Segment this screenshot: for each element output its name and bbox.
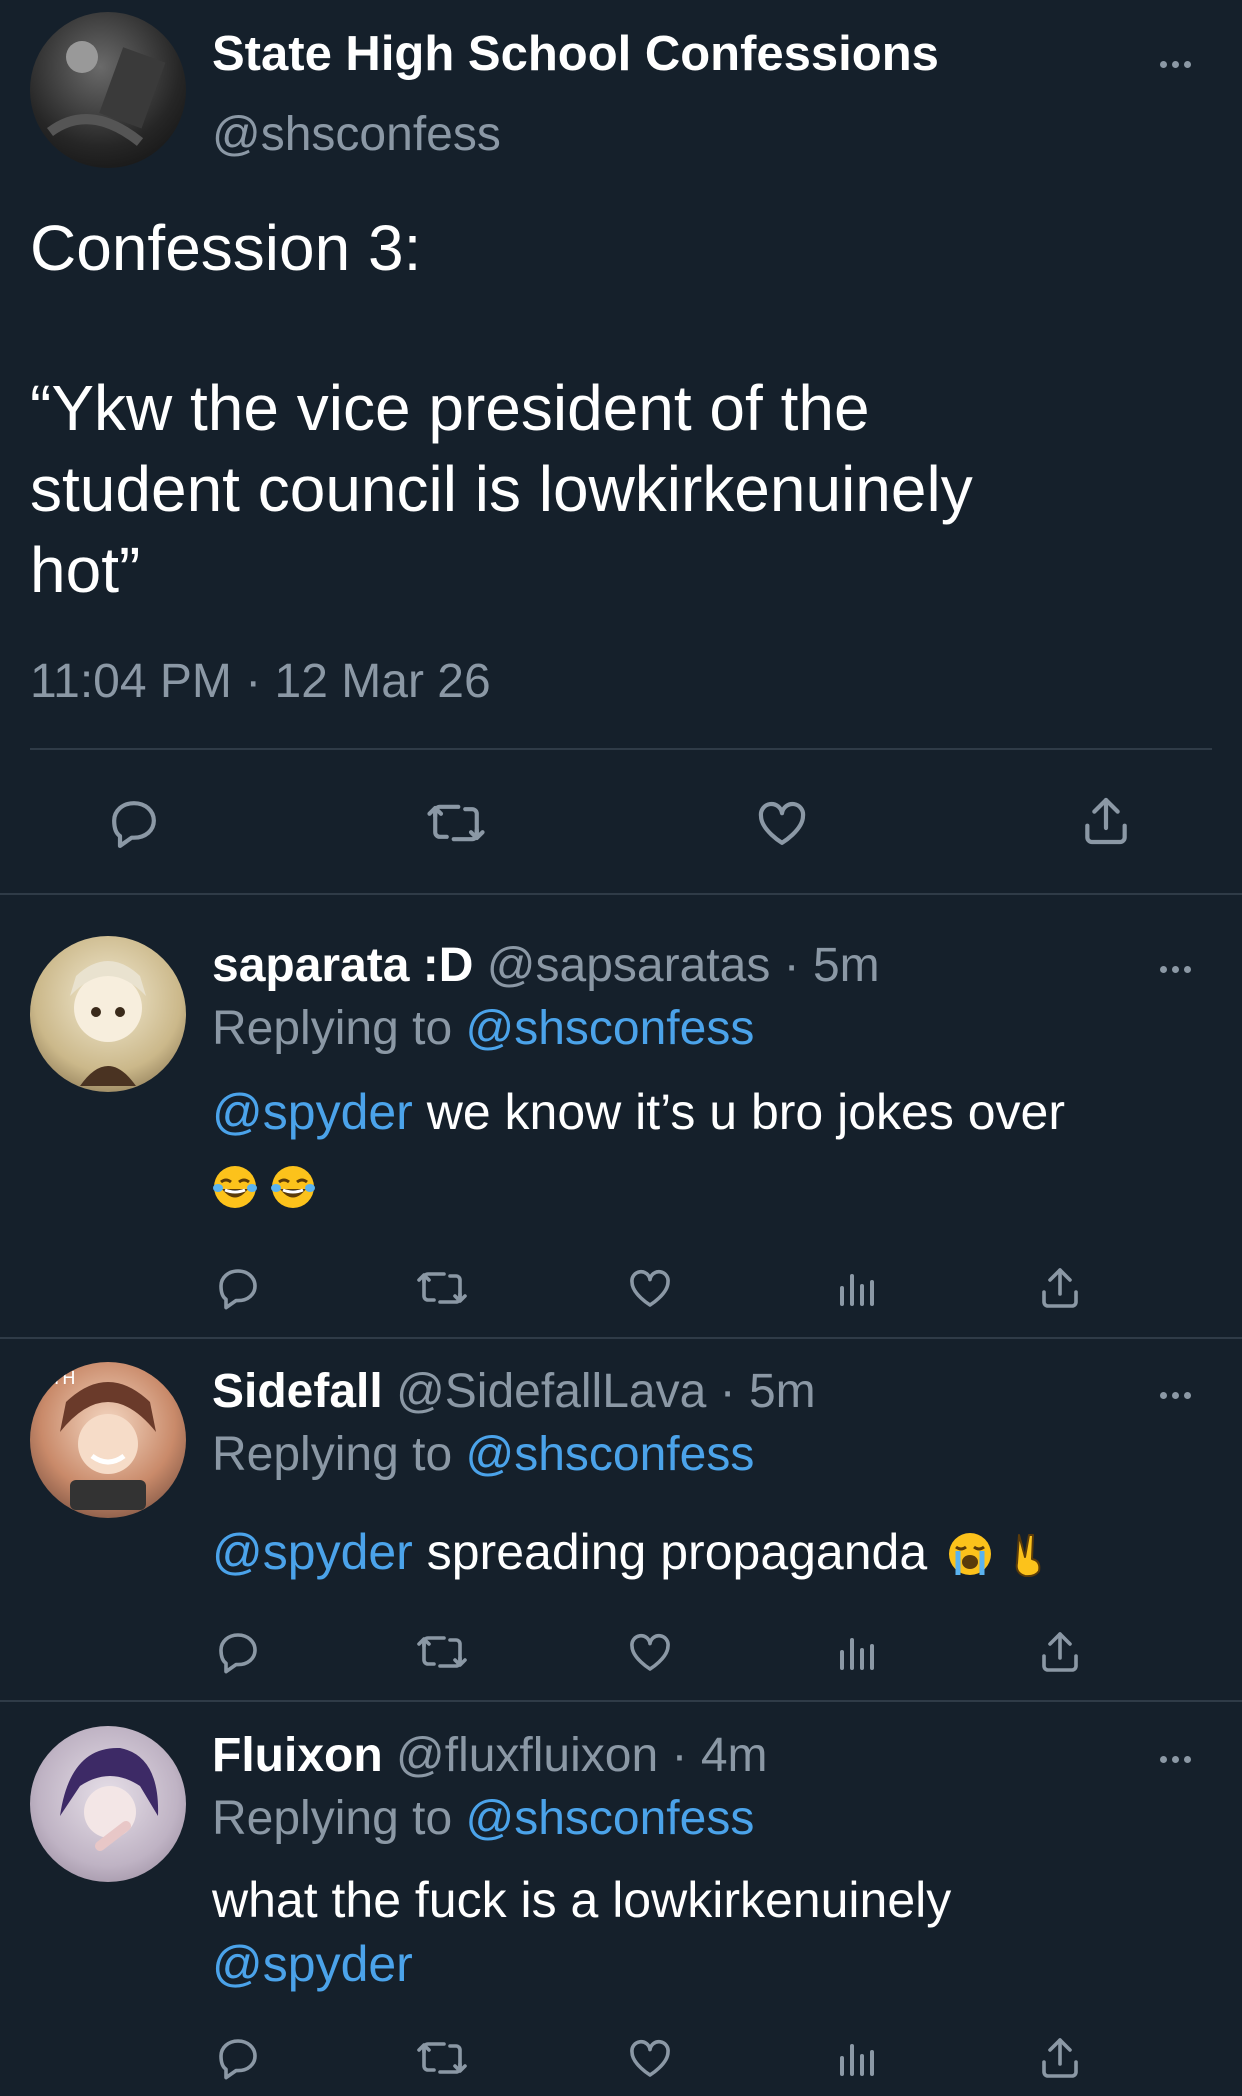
reply-header: saparata :D @sapsaratas · 5m — [212, 936, 880, 996]
handle[interactable]: @shsconfess — [212, 106, 501, 164]
mention-link[interactable]: @spyder — [212, 1524, 413, 1580]
crying-emoji-icon — [949, 1533, 992, 1575]
tweet-quote-line-3: hot” — [30, 534, 141, 606]
retweet-icon[interactable] — [416, 2034, 468, 2082]
replying-handle-link[interactable]: @shsconfess — [465, 1002, 754, 1055]
avatar[interactable] — [30, 12, 186, 168]
replying-prefix: Replying to — [212, 1792, 453, 1845]
avatar[interactable] — [30, 936, 186, 1092]
tweet-divider — [0, 1700, 1242, 1702]
like-icon[interactable] — [625, 1264, 675, 1312]
reply-icon[interactable] — [214, 1264, 262, 1312]
tweet-quote-line-1: “Ykw the vice president of the — [30, 372, 870, 444]
reply-body: we know it’s u bro jokes over — [426, 1084, 1066, 1140]
reply-header: Fluixon @fluxfluixon · 4m — [212, 1726, 768, 1786]
victory-hand-emoji-icon — [1015, 1534, 1041, 1577]
share-icon[interactable] — [1078, 792, 1134, 850]
replying-prefix: Replying to — [212, 1002, 453, 1055]
laughing-tears-emoji-icon — [271, 1166, 315, 1208]
timestamp-divider — [30, 748, 1212, 750]
reply-icon[interactable] — [214, 1628, 262, 1676]
mention-link[interactable]: @spyder — [212, 1084, 413, 1140]
timestamp[interactable]: 11:04 PM · 12 Mar 26 — [30, 652, 491, 712]
retweet-icon[interactable] — [416, 1264, 468, 1312]
display-name[interactable]: Fluixon — [212, 1729, 383, 1782]
reply-body: spreading propaganda — [426, 1524, 928, 1580]
display-name[interactable]: State High School Confessions — [212, 24, 939, 84]
tweet-divider — [0, 1337, 1242, 1339]
more-icon[interactable] — [1160, 966, 1191, 973]
tweet-heading: Confession 3: — [30, 212, 422, 284]
reply-icon[interactable] — [106, 795, 162, 851]
views-icon[interactable] — [832, 1628, 880, 1676]
svg-text:UTH: UTH — [38, 1368, 76, 1389]
like-icon[interactable] — [753, 795, 811, 851]
emoji-row — [212, 1164, 328, 1210]
reply-body: what the fuck is a lowkirkenuinely — [212, 1872, 952, 1928]
laughing-tears-emoji-icon — [213, 1166, 257, 1208]
tweet-divider — [0, 893, 1242, 895]
share-icon[interactable] — [1036, 2034, 1084, 2082]
replying-to: Replying to @shsconfess — [212, 1789, 754, 1849]
reply-actions — [0, 1628, 1242, 1684]
replying-to: Replying to @shsconfess — [212, 1425, 754, 1485]
more-icon[interactable] — [1160, 61, 1191, 68]
reply-meta[interactable]: @fluxfluixon · 4m — [396, 1729, 768, 1782]
reply-actions — [0, 2034, 1242, 2090]
mention-link[interactable]: @spyder — [212, 1933, 413, 1995]
reply-meta[interactable]: @SidefallLava · 5m — [396, 1365, 816, 1418]
retweet-icon[interactable] — [416, 1628, 468, 1676]
reply-icon[interactable] — [214, 2034, 262, 2082]
views-icon[interactable] — [832, 1264, 880, 1312]
like-icon[interactable] — [625, 1628, 675, 1676]
views-icon[interactable] — [832, 2034, 880, 2082]
replying-prefix: Replying to — [212, 1428, 453, 1481]
more-icon[interactable] — [1160, 1756, 1191, 1763]
avatar[interactable] — [30, 1726, 186, 1882]
reply-text: @spyder we know it’s u bro jokes over — [212, 1081, 1065, 1143]
like-icon[interactable] — [625, 2034, 675, 2082]
retweet-icon[interactable] — [426, 795, 486, 851]
replying-handle-link[interactable]: @shsconfess — [465, 1792, 754, 1845]
reply-meta[interactable]: @sapsaratas · 5m — [487, 939, 880, 992]
avatar[interactable]: UTH — [30, 1362, 186, 1518]
share-icon[interactable] — [1036, 1264, 1084, 1312]
replying-to: Replying to @shsconfess — [212, 999, 754, 1059]
more-icon[interactable] — [1160, 1392, 1191, 1399]
reply-header: Sidefall @SidefallLava · 5m — [212, 1362, 816, 1422]
share-icon[interactable] — [1036, 1628, 1084, 1676]
reply-actions — [0, 1264, 1242, 1320]
replying-handle-link[interactable]: @shsconfess — [465, 1428, 754, 1481]
display-name[interactable]: saparata :D — [212, 939, 473, 992]
tweet-quote-line-2: student council is lowkirkenuinely — [30, 453, 973, 525]
display-name[interactable]: Sidefall — [212, 1365, 383, 1418]
reply-text: @spyder spreading propaganda — [212, 1521, 1063, 1583]
